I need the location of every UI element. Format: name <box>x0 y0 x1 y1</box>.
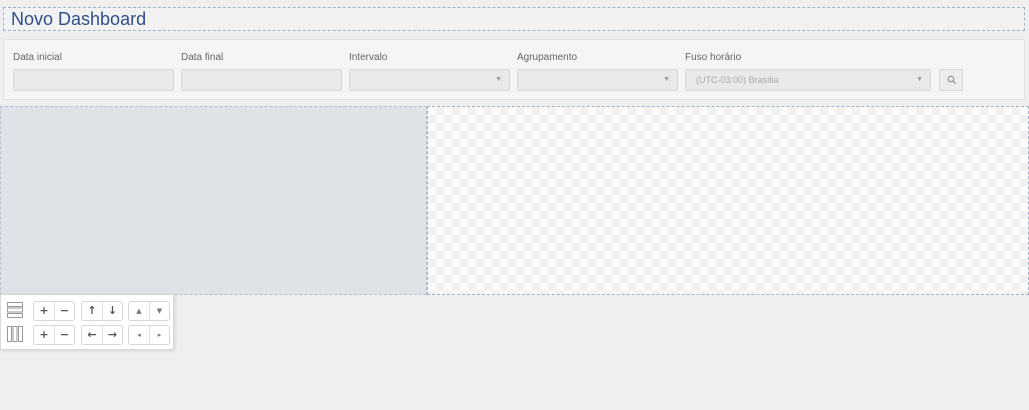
rows-controls: + − ↑ ↓ ▲ ▼ <box>1 300 175 322</box>
timezone-field: Fuso horário (UTC-03:00) Brasília ▼ <box>685 51 931 91</box>
timezone-label: Fuso horário <box>685 52 742 63</box>
move-column-left-button[interactable]: ← <box>82 326 102 344</box>
grouping-label: Agrupamento <box>517 52 578 63</box>
dashboard-title: Novo Dashboard <box>11 9 147 29</box>
interval-label: Intervalo <box>349 52 388 63</box>
columns-icon <box>7 326 23 342</box>
dashboard-title-field[interactable]: Novo Dashboard <box>3 7 1025 31</box>
chevron-down-icon: ▼ <box>663 76 670 83</box>
column-size-group: + − <box>33 325 75 345</box>
column-move-group: ← → <box>81 325 123 345</box>
search-button[interactable] <box>939 69 963 91</box>
move-row-down-button[interactable]: ↓ <box>102 302 122 320</box>
end-date-label: Data final <box>181 52 224 63</box>
layout-toolbox: + − ↑ ↓ ▲ ▼ + − ← → ◂ ▸ <box>0 294 174 350</box>
row-height-group: ▲ ▼ <box>128 301 170 321</box>
remove-column-button[interactable]: − <box>54 326 74 344</box>
widget-slot-selected[interactable] <box>0 106 427 295</box>
search-icon <box>947 75 956 84</box>
chevron-down-icon: ▼ <box>495 76 502 83</box>
interval-select[interactable]: ▼ <box>349 69 510 91</box>
chevron-down-icon: ▼ <box>916 76 923 83</box>
columns-controls: + − ← → ◂ ▸ <box>1 324 175 346</box>
timezone-value: (UTC-03:00) Brasília <box>696 75 779 85</box>
grouping-field: Agrupamento ▼ <box>517 51 678 91</box>
remove-row-button[interactable]: − <box>54 302 74 320</box>
row-size-group: + − <box>33 301 75 321</box>
filter-panel: Data inicial Data final Intervalo ▼ Agru… <box>3 39 1025 100</box>
end-date-input[interactable] <box>181 69 342 91</box>
end-date-field: Data final <box>181 51 342 91</box>
start-date-input[interactable] <box>13 69 174 91</box>
add-row-button[interactable]: + <box>34 302 54 320</box>
start-date-field: Data inicial <box>13 51 174 91</box>
interval-field: Intervalo ▼ <box>349 51 510 91</box>
column-grow-button[interactable]: ▸ <box>149 326 169 344</box>
timezone-select[interactable]: (UTC-03:00) Brasília ▼ <box>685 69 931 91</box>
column-width-group: ◂ ▸ <box>128 325 170 345</box>
column-shrink-button[interactable]: ◂ <box>129 326 149 344</box>
row-grow-button[interactable]: ▼ <box>149 302 169 320</box>
rows-icon <box>7 302 23 318</box>
move-column-right-button[interactable]: → <box>102 326 122 344</box>
grouping-select[interactable]: ▼ <box>517 69 678 91</box>
start-date-label: Data inicial <box>13 52 62 63</box>
row-move-group: ↑ ↓ <box>81 301 123 321</box>
add-column-button[interactable]: + <box>34 326 54 344</box>
row-shrink-button[interactable]: ▲ <box>129 302 149 320</box>
widget-slot-empty[interactable] <box>427 106 1029 295</box>
move-row-up-button[interactable]: ↑ <box>82 302 102 320</box>
